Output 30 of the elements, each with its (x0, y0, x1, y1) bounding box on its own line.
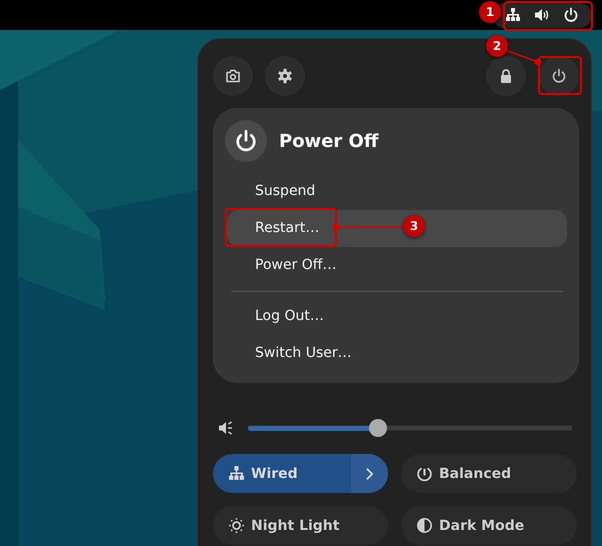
leader-line (332, 224, 404, 230)
lock-button[interactable] (486, 56, 526, 96)
toggle-button[interactable]: Wired (213, 454, 388, 493)
power-icon (225, 120, 267, 162)
menu-item[interactable]: Log Out… (227, 298, 567, 335)
expand-button[interactable] (351, 454, 388, 493)
network-icon (228, 465, 245, 482)
menu-item[interactable]: Suspend (227, 173, 567, 210)
gauge-icon (416, 465, 433, 482)
toggle-button[interactable]: Balanced (401, 454, 577, 493)
power-icon (551, 68, 567, 84)
camera-icon (225, 68, 241, 84)
lock-icon (498, 68, 514, 84)
settings-icon (277, 68, 293, 84)
leader-line (504, 49, 542, 66)
menu-title: Power Off (279, 130, 378, 152)
menu-item[interactable]: Power Off… (227, 247, 567, 284)
network-icon (505, 7, 521, 23)
annotation-frame (538, 56, 582, 95)
settings-button[interactable] (265, 56, 305, 96)
toggle-button[interactable]: Night Light (213, 506, 388, 545)
toggle-button[interactable]: Dark Mode (401, 506, 577, 545)
volume-icon (534, 7, 550, 23)
contrast-icon (416, 517, 433, 534)
power-icon (563, 7, 579, 23)
screenshot-button[interactable] (213, 56, 253, 96)
slider-handle[interactable] (368, 419, 387, 437)
chevron-icon (365, 466, 374, 480)
menu-item[interactable]: Switch User… (227, 335, 567, 372)
sun-icon (228, 517, 245, 534)
